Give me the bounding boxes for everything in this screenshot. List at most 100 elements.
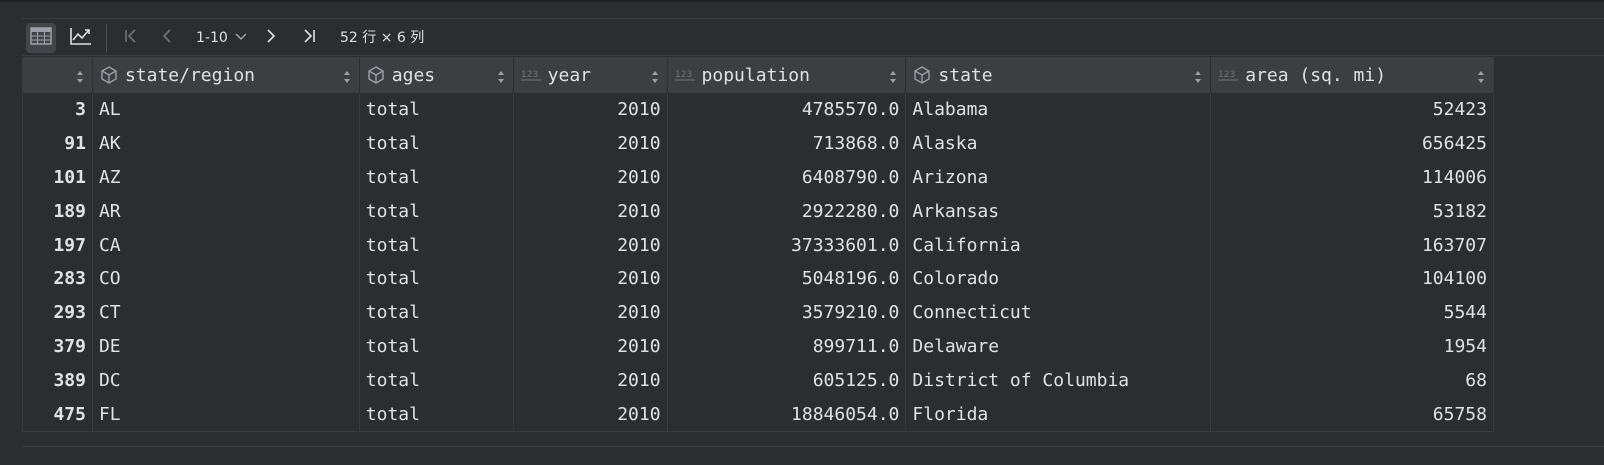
column-header-state[interactable]: state: [906, 57, 1212, 93]
cell-population[interactable]: 5048196.0: [668, 261, 907, 296]
cell-area[interactable]: 68: [1211, 363, 1493, 397]
sort-icon[interactable]: [1477, 68, 1485, 83]
sort-icon[interactable]: [343, 68, 351, 83]
object-icon: [912, 65, 932, 85]
cell-year[interactable]: 2010: [514, 93, 668, 127]
cell-state[interactable]: Arizona: [906, 160, 1212, 195]
column-header-state-region[interactable]: state/region: [93, 57, 360, 93]
sort-icon[interactable]: [651, 68, 659, 83]
cell-population[interactable]: 899711.0: [668, 329, 907, 364]
column-header-index[interactable]: [23, 57, 93, 93]
cell-ages[interactable]: total: [360, 160, 514, 195]
cell-population[interactable]: 6408790.0: [668, 160, 907, 195]
cell-state-region[interactable]: CO: [93, 261, 360, 296]
sort-icon[interactable]: [497, 68, 505, 83]
cell-area[interactable]: 656425: [1211, 127, 1493, 161]
chart-view-button[interactable]: [66, 23, 96, 53]
table-row[interactable]: 189 AR total 2010 2922280.0 Arkansas 531…: [23, 194, 1493, 229]
table-row[interactable]: 379 DE total 2010 899711.0 Delaware 1954: [23, 329, 1493, 364]
cell-state-region[interactable]: CA: [93, 228, 360, 262]
column-header-ages[interactable]: ages: [360, 57, 514, 93]
cell-area[interactable]: 114006: [1211, 161, 1493, 195]
cell-state[interactable]: Florida: [906, 397, 1212, 431]
cell-ages[interactable]: total: [360, 329, 514, 364]
cell-population[interactable]: 18846054.0: [668, 397, 907, 431]
sort-icon[interactable]: [889, 68, 897, 83]
column-header-area[interactable]: 123 area (sq. mi): [1211, 57, 1493, 93]
cell-population[interactable]: 4785570.0: [668, 93, 907, 127]
table-row[interactable]: 293 CT total 2010 3579210.0 Connecticut …: [23, 295, 1493, 330]
table-row[interactable]: 91 AK total 2010 713868.0 Alaska 656425: [23, 126, 1493, 161]
cell-state-region[interactable]: AR: [93, 194, 360, 229]
cell-ages[interactable]: total: [360, 261, 514, 296]
next-page-button[interactable]: [256, 23, 286, 53]
cell-state[interactable]: Alaska: [906, 126, 1212, 161]
cell-state[interactable]: Alabama: [906, 93, 1212, 127]
cell-population[interactable]: 3579210.0: [668, 295, 907, 330]
cell-state-region[interactable]: DC: [93, 363, 360, 398]
cell-population[interactable]: 605125.0: [668, 363, 907, 398]
cell-state-region[interactable]: AZ: [93, 160, 360, 195]
cell-ages[interactable]: total: [360, 126, 514, 161]
table-row[interactable]: 101 AZ total 2010 6408790.0 Arizona 1140…: [23, 160, 1493, 195]
object-icon: [366, 65, 386, 85]
cell-area[interactable]: 5544: [1211, 296, 1493, 330]
cell-year[interactable]: 2010: [514, 261, 668, 296]
cell-state-region[interactable]: CT: [93, 295, 360, 330]
page-range-select[interactable]: 1-10: [196, 29, 247, 47]
cell-year[interactable]: 2010: [514, 397, 668, 431]
cell-state[interactable]: Connecticut: [906, 295, 1212, 330]
cell-ages[interactable]: total: [360, 295, 514, 330]
cell-year[interactable]: 2010: [514, 295, 668, 330]
prev-page-button[interactable]: [152, 23, 182, 53]
cell-area[interactable]: 52423: [1211, 93, 1493, 127]
cell-year[interactable]: 2010: [514, 194, 668, 229]
column-header-population[interactable]: 123 population: [668, 57, 907, 93]
cell-population[interactable]: 37333601.0: [668, 228, 907, 262]
cell-state-region[interactable]: DE: [93, 329, 360, 364]
cell-ages[interactable]: total: [360, 228, 514, 262]
cell-year[interactable]: 2010: [514, 160, 668, 195]
cell-population[interactable]: 2922280.0: [668, 194, 907, 229]
cell-state[interactable]: Delaware: [906, 329, 1212, 364]
object-icon: [99, 65, 119, 85]
table-row[interactable]: 283 CO total 2010 5048196.0 Colorado 104…: [23, 261, 1493, 296]
sort-icon[interactable]: [1194, 68, 1202, 83]
cell-area[interactable]: 104100: [1211, 262, 1493, 296]
cell-area[interactable]: 53182: [1211, 194, 1493, 228]
cell-year[interactable]: 2010: [514, 126, 668, 161]
table-row[interactable]: 389 DC total 2010 605125.0 District of C…: [23, 363, 1493, 398]
cell-ages[interactable]: total: [360, 194, 514, 229]
toolbar: 1-10 52 行 × 6 列: [22, 18, 1604, 56]
cell-ages[interactable]: total: [360, 397, 514, 431]
table-row[interactable]: 475 FL total 2010 18846054.0 Florida 657…: [23, 397, 1493, 431]
cell-area[interactable]: 1954: [1211, 330, 1493, 364]
chart-icon: [69, 26, 93, 50]
table-row[interactable]: 197 CA total 2010 37333601.0 California …: [23, 228, 1493, 262]
cell-state[interactable]: California: [906, 228, 1212, 262]
cell-year[interactable]: 2010: [514, 329, 668, 364]
column-header-year[interactable]: 123 year: [514, 57, 668, 93]
cell-state[interactable]: District of Columbia: [906, 363, 1212, 398]
cell-ages[interactable]: total: [360, 93, 514, 127]
first-page-icon: [122, 27, 140, 49]
first-page-button[interactable]: [116, 23, 146, 53]
table-view-button[interactable]: [26, 23, 56, 53]
last-page-button[interactable]: [294, 23, 324, 53]
cell-year[interactable]: 2010: [514, 363, 668, 398]
cell-state-region[interactable]: AL: [93, 93, 360, 127]
cell-ages[interactable]: total: [360, 363, 514, 398]
cell-state[interactable]: Colorado: [906, 261, 1212, 296]
top-divider: [0, 0, 1604, 2]
cell-area[interactable]: 163707: [1211, 228, 1493, 262]
cell-state-region[interactable]: FL: [93, 397, 360, 431]
svg-text:123: 123: [1218, 70, 1235, 80]
sort-icon[interactable]: [76, 68, 84, 83]
cell-year[interactable]: 2010: [514, 228, 668, 262]
table-icon: [30, 27, 52, 49]
table-row[interactable]: 3 AL total 2010 4785570.0 Alabama 52423: [23, 93, 1493, 127]
cell-state-region[interactable]: AK: [93, 126, 360, 161]
cell-population[interactable]: 713868.0: [668, 126, 907, 161]
cell-area[interactable]: 65758: [1211, 397, 1493, 431]
cell-state[interactable]: Arkansas: [906, 194, 1212, 229]
